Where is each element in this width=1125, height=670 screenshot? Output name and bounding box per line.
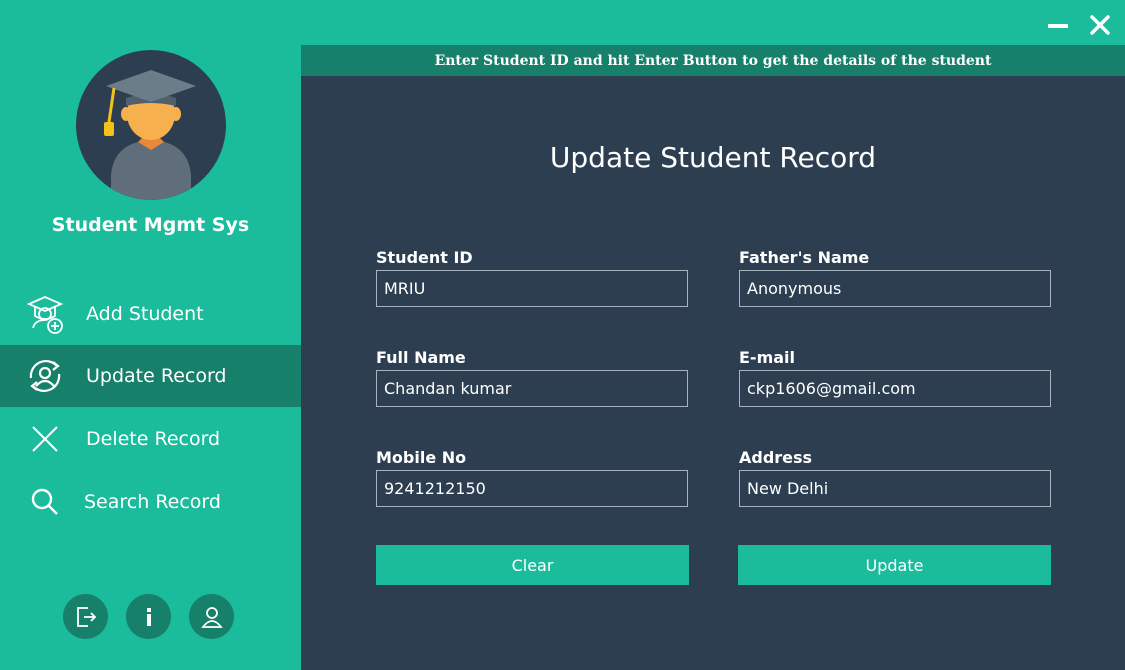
graduate-avatar-icon xyxy=(76,50,226,200)
sidebar-item-label: Update Record xyxy=(86,365,227,387)
sidebar-footer xyxy=(63,594,234,639)
student-add-icon xyxy=(22,291,68,337)
instruction-banner: Enter Student ID and hit Enter Button to… xyxy=(301,45,1125,76)
mobile-label: Mobile No xyxy=(376,448,467,467)
father-name-input[interactable] xyxy=(739,270,1051,307)
full-name-input[interactable] xyxy=(376,370,688,407)
sidebar-item-label: Add Student xyxy=(86,303,204,325)
student-id-input[interactable] xyxy=(376,270,688,307)
user-refresh-icon xyxy=(22,353,68,399)
email-label: E-mail xyxy=(739,348,796,367)
logout-icon[interactable] xyxy=(63,594,108,639)
close-icon[interactable] xyxy=(1089,14,1111,36)
update-button[interactable]: Update xyxy=(738,545,1051,585)
window-controls xyxy=(1047,14,1111,36)
sidebar-item-search-record[interactable]: Search Record xyxy=(0,471,301,533)
sidebar: Student Mgmt Sys Add Student Update Reco… xyxy=(0,0,301,670)
clear-button[interactable]: Clear xyxy=(376,545,689,585)
sidebar-item-add-student[interactable]: Add Student xyxy=(0,283,301,345)
student-id-label: Student ID xyxy=(376,248,473,267)
sidebar-item-label: Delete Record xyxy=(86,428,221,450)
sidebar-item-delete-record[interactable]: Delete Record xyxy=(0,408,301,470)
mobile-input[interactable] xyxy=(376,470,688,507)
sidebar-item-label: Search Record xyxy=(84,491,221,513)
search-icon xyxy=(22,479,68,525)
address-input[interactable] xyxy=(739,470,1051,507)
sidebar-item-update-record[interactable]: Update Record xyxy=(0,345,301,407)
page-title: Update Student Record xyxy=(549,141,877,174)
close-x-icon xyxy=(22,416,68,462)
info-icon[interactable] xyxy=(126,594,171,639)
full-name-label: Full Name xyxy=(376,348,466,367)
main-panel: Enter Student ID and hit Enter Button to… xyxy=(301,45,1125,670)
app-brand: Student Mgmt Sys xyxy=(51,214,250,236)
minimize-icon[interactable] xyxy=(1047,14,1069,36)
email-input[interactable] xyxy=(739,370,1051,407)
father-name-label: Father's Name xyxy=(739,248,870,267)
user-icon[interactable] xyxy=(189,594,234,639)
address-label: Address xyxy=(739,448,813,467)
